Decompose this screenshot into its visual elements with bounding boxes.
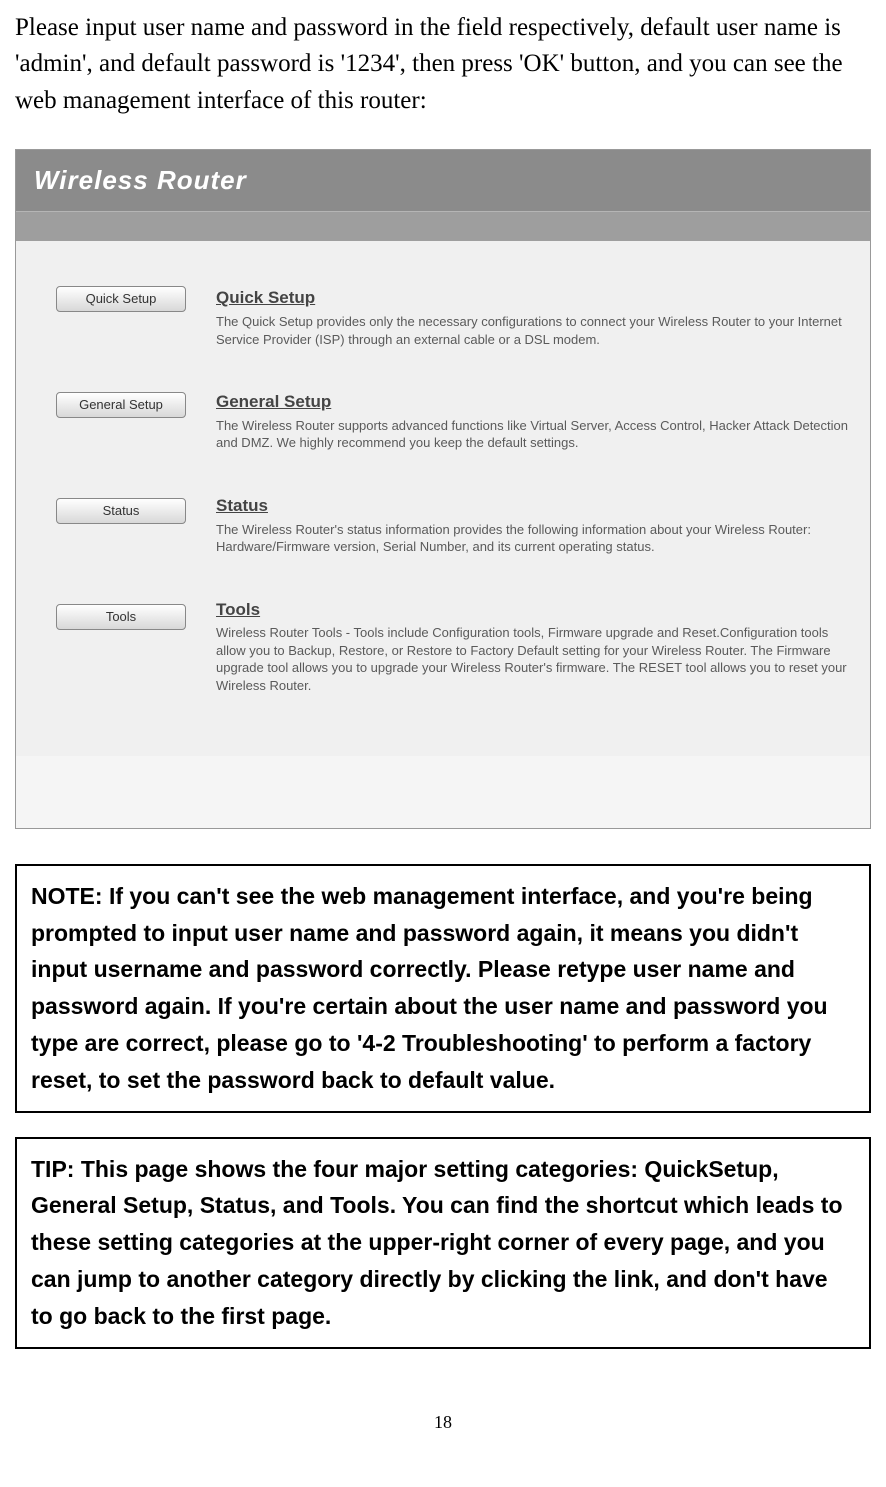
intro-paragraph: Please input user name and password in t… [15, 10, 871, 119]
quick-setup-section: Quick Setup The Quick Setup provides onl… [216, 286, 850, 348]
tools-button[interactable]: Tools [56, 604, 186, 630]
router-body: Quick Setup General Setup Status Tools Q… [16, 241, 870, 756]
quick-setup-desc: The Quick Setup provides only the necess… [216, 313, 850, 348]
general-setup-desc: The Wireless Router supports advanced fu… [216, 417, 850, 452]
general-setup-title[interactable]: General Setup [216, 390, 850, 415]
router-descriptions: Quick Setup The Quick Setup provides onl… [216, 286, 850, 736]
tools-section: Tools Wireless Router Tools - Tools incl… [216, 598, 850, 695]
status-button[interactable]: Status [56, 498, 186, 524]
router-nav-buttons: Quick Setup General Setup Status Tools [36, 286, 216, 736]
router-header-title: Wireless Router [16, 150, 870, 212]
quick-setup-button[interactable]: Quick Setup [56, 286, 186, 312]
quick-setup-title[interactable]: Quick Setup [216, 286, 850, 311]
general-setup-section: General Setup The Wireless Router suppor… [216, 390, 850, 452]
page-number: 18 [15, 1409, 871, 1435]
router-top-bar [16, 211, 870, 241]
general-setup-button[interactable]: General Setup [56, 392, 186, 418]
tools-title[interactable]: Tools [216, 598, 850, 623]
tip-box: TIP: This page shows the four major sett… [15, 1137, 871, 1349]
router-screenshot: Wireless Router Quick Setup General Setu… [15, 149, 871, 829]
note-box: NOTE: If you can't see the web managemen… [15, 864, 871, 1113]
status-desc: The Wireless Router's status information… [216, 521, 850, 556]
tools-desc: Wireless Router Tools - Tools include Co… [216, 624, 850, 694]
status-section: Status The Wireless Router's status info… [216, 494, 850, 556]
status-title[interactable]: Status [216, 494, 850, 519]
